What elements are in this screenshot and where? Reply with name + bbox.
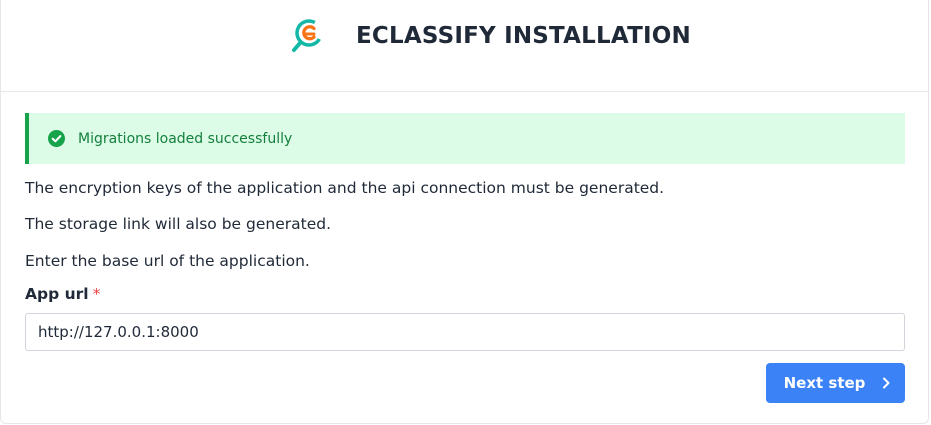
info-text-base-url: Enter the base url of the application. [25,252,310,270]
app-url-input[interactable] [25,313,905,351]
chevron-right-icon [883,377,890,389]
header: ECLASSIFY INSTALLATION [1,0,928,92]
info-text-storage: The storage link will also be generated. [25,215,332,233]
eclassify-logo-icon [292,19,323,52]
app-url-label: App url * [25,285,100,303]
success-alert: Migrations loaded successfully [25,113,905,164]
page-title: ECLASSIFY INSTALLATION [356,23,691,49]
next-step-button[interactable]: Next step [766,363,905,403]
required-marker: * [92,285,101,303]
next-step-label: Next step [783,374,866,392]
check-circle-icon [48,130,65,147]
alert-message: Migrations loaded successfully [78,130,293,147]
app-url-label-text: App url [25,285,89,303]
installer-card: ECLASSIFY INSTALLATION Migrations loaded… [0,0,929,424]
info-text-encryption: The encryption keys of the application a… [25,179,665,197]
